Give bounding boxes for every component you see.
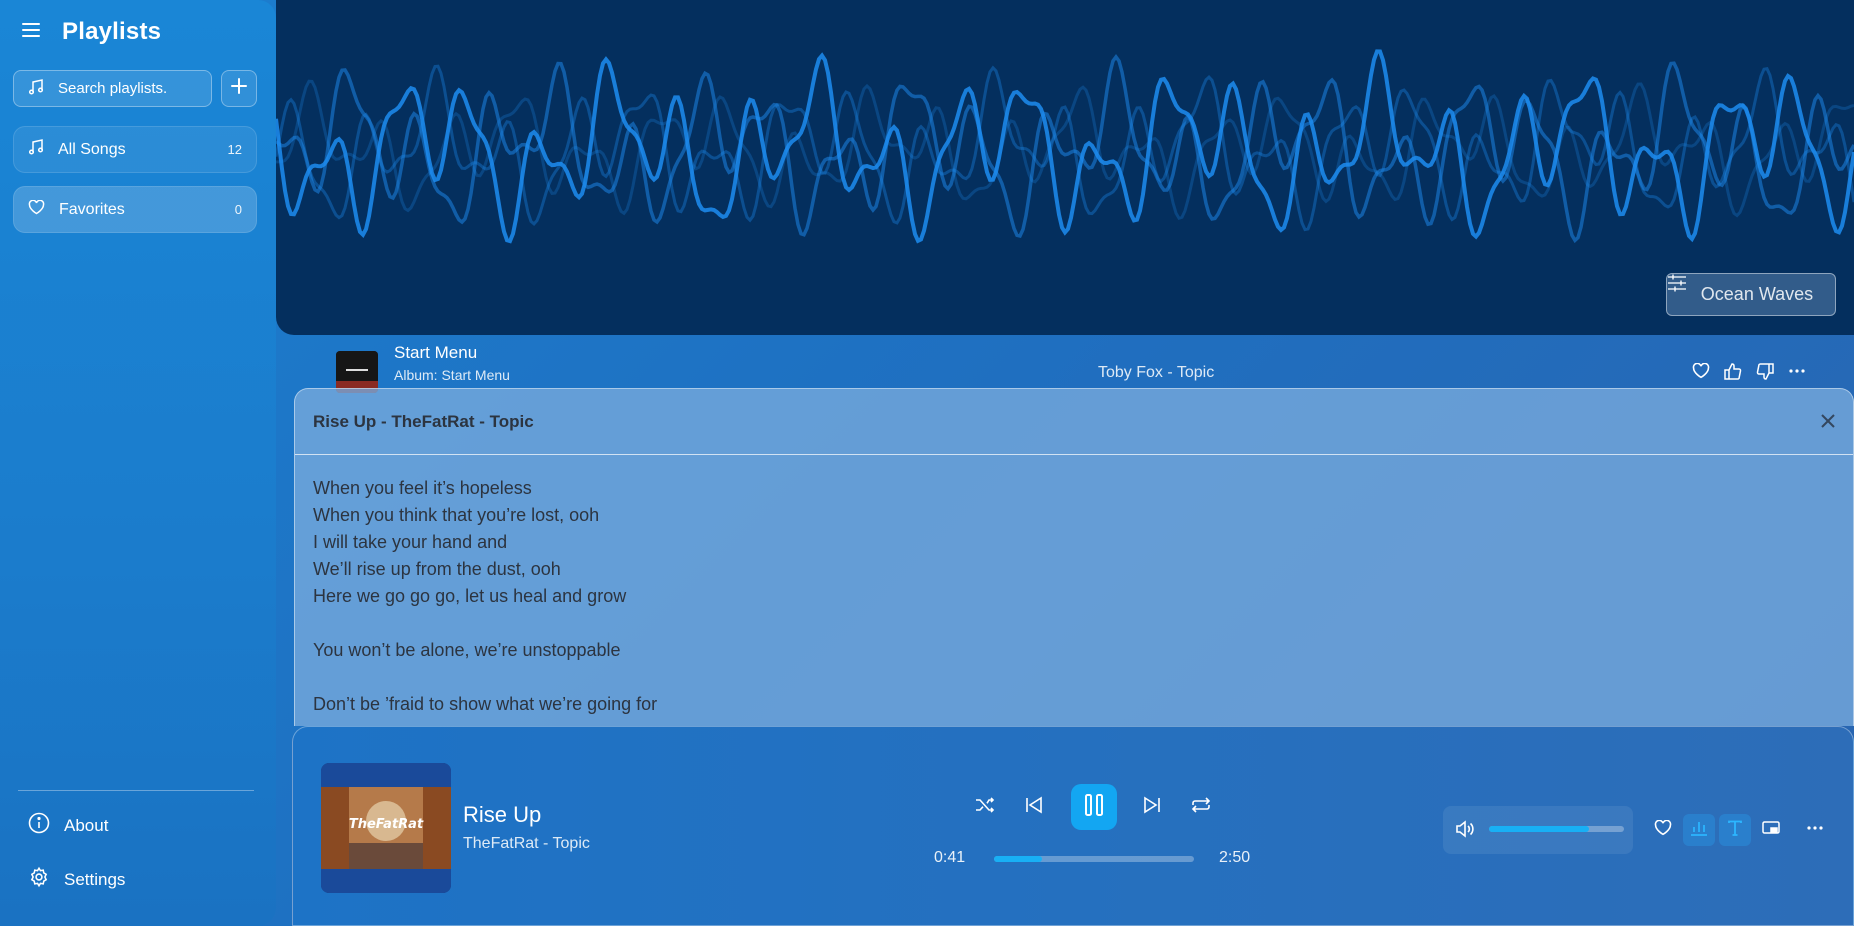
visualizer-preset-button[interactable]: Ocean Waves — [1666, 273, 1836, 316]
shuffle-icon — [975, 796, 995, 819]
next-button[interactable] — [1132, 787, 1172, 827]
lyric-line: I will take your hand and — [313, 532, 508, 552]
previous-button[interactable] — [1014, 787, 1054, 827]
lyric-line: When you think that you’re lost, ooh — [313, 505, 600, 525]
playlist-search-input[interactable]: Search playlists. — [13, 70, 212, 107]
sidebar-header: Playlists — [22, 18, 161, 46]
music-note-icon — [28, 139, 44, 160]
song-album: Album: Start Menu — [394, 367, 510, 383]
skip-back-icon — [1024, 795, 1044, 820]
heart-icon[interactable] — [1692, 362, 1710, 385]
sidebar: Playlists Search playlists. All Songs 12… — [0, 0, 276, 926]
playlist-label: Favorites — [59, 200, 125, 218]
hamburger-menu-icon[interactable] — [22, 22, 42, 43]
close-lyrics-button[interactable] — [1821, 411, 1835, 434]
lyrics-panel: Rise Up - TheFatRat - Topic When you fee… — [294, 388, 1854, 726]
visualizer-toggle-button[interactable] — [1683, 814, 1715, 846]
volume-control — [1443, 806, 1633, 854]
lyric-line: Don’t be ’fraid to show what we’re going… — [313, 694, 658, 714]
progress-bar[interactable] — [994, 856, 1194, 862]
pause-button[interactable] — [1071, 784, 1117, 830]
song-artist: Toby Fox - Topic — [1098, 364, 1215, 381]
lyrics-lines: When you feel it’s hopeless When you thi… — [295, 455, 1853, 738]
sidebar-divider — [18, 790, 254, 791]
shuffle-button[interactable] — [965, 787, 1005, 827]
about-label: About — [64, 815, 109, 835]
close-icon — [1821, 411, 1835, 433]
now-playing-artist: TheFatRat - Topic — [463, 835, 590, 852]
elapsed-time: 0:41 — [934, 849, 966, 866]
song-title: Start Menu — [394, 343, 478, 362]
lyrics-toggle-button[interactable] — [1719, 814, 1751, 846]
volume-slider[interactable] — [1489, 826, 1624, 832]
volume-fill — [1489, 826, 1589, 832]
lyrics-header: Rise Up - TheFatRat - Topic — [295, 389, 1853, 455]
cast-icon — [1762, 820, 1780, 841]
now-playing-title: Rise Up — [463, 802, 542, 827]
heart-icon — [1654, 819, 1672, 841]
plus-icon — [230, 77, 248, 100]
settings-link[interactable]: Settings — [28, 866, 125, 893]
album-cover: TheFatRat — [321, 763, 451, 893]
player-bar: TheFatRat Rise Up TheFatRat - Topic 0:41… — [292, 726, 1854, 926]
playlist-count: 12 — [227, 142, 242, 157]
album-thumbnail — [336, 351, 378, 393]
playlist-count: 0 — [234, 202, 242, 217]
add-playlist-button[interactable] — [221, 70, 257, 107]
lyric-line: You won’t be alone, we’re unstoppable — [313, 640, 621, 660]
song-actions — [1692, 362, 1806, 385]
text-icon — [1727, 820, 1743, 841]
pause-icon — [1083, 793, 1105, 822]
mini-player-button[interactable] — [1755, 814, 1787, 846]
playlist-item-favorites[interactable]: Favorites 0 — [13, 186, 257, 233]
playlist-label: All Songs — [58, 140, 126, 158]
heart-icon — [28, 199, 45, 220]
repeat-button[interactable] — [1181, 787, 1221, 827]
waveform-graphic — [276, 49, 1854, 244]
visualizer-preset-label: Ocean Waves — [1700, 284, 1814, 304]
progress-fill — [994, 856, 1042, 862]
settings-label: Settings — [64, 869, 126, 889]
total-duration: 2:50 — [1219, 849, 1251, 866]
music-note-icon — [28, 78, 44, 99]
bar-chart-icon — [1690, 820, 1708, 841]
playlist-item-all-songs[interactable]: All Songs 12 — [13, 126, 257, 173]
info-icon — [28, 812, 50, 839]
lyric-line: We’ll rise up from the dust, ooh — [313, 559, 561, 579]
search-placeholder: Search playlists. — [58, 80, 168, 97]
sidebar-title: Playlists — [62, 18, 162, 45]
repeat-icon — [1191, 796, 1211, 819]
about-link[interactable]: About — [28, 812, 108, 839]
audio-visualizer: Ocean Waves — [276, 0, 1854, 335]
favorite-button[interactable] — [1647, 814, 1679, 846]
more-options-icon — [1806, 820, 1824, 841]
lyric-line: When you feel it’s hopeless — [313, 478, 532, 498]
skip-forward-icon — [1142, 795, 1162, 820]
thumbs-down-icon[interactable] — [1756, 363, 1774, 385]
gear-icon — [28, 866, 50, 893]
more-options-button[interactable] — [1799, 814, 1831, 846]
album-cover-text: TheFatRat — [349, 817, 424, 832]
lyric-line: Here we go go go, let us heal and grow — [313, 586, 627, 606]
volume-icon[interactable] — [1455, 820, 1475, 843]
more-options-icon[interactable] — [1788, 363, 1806, 385]
thumbs-up-icon[interactable] — [1724, 363, 1742, 385]
